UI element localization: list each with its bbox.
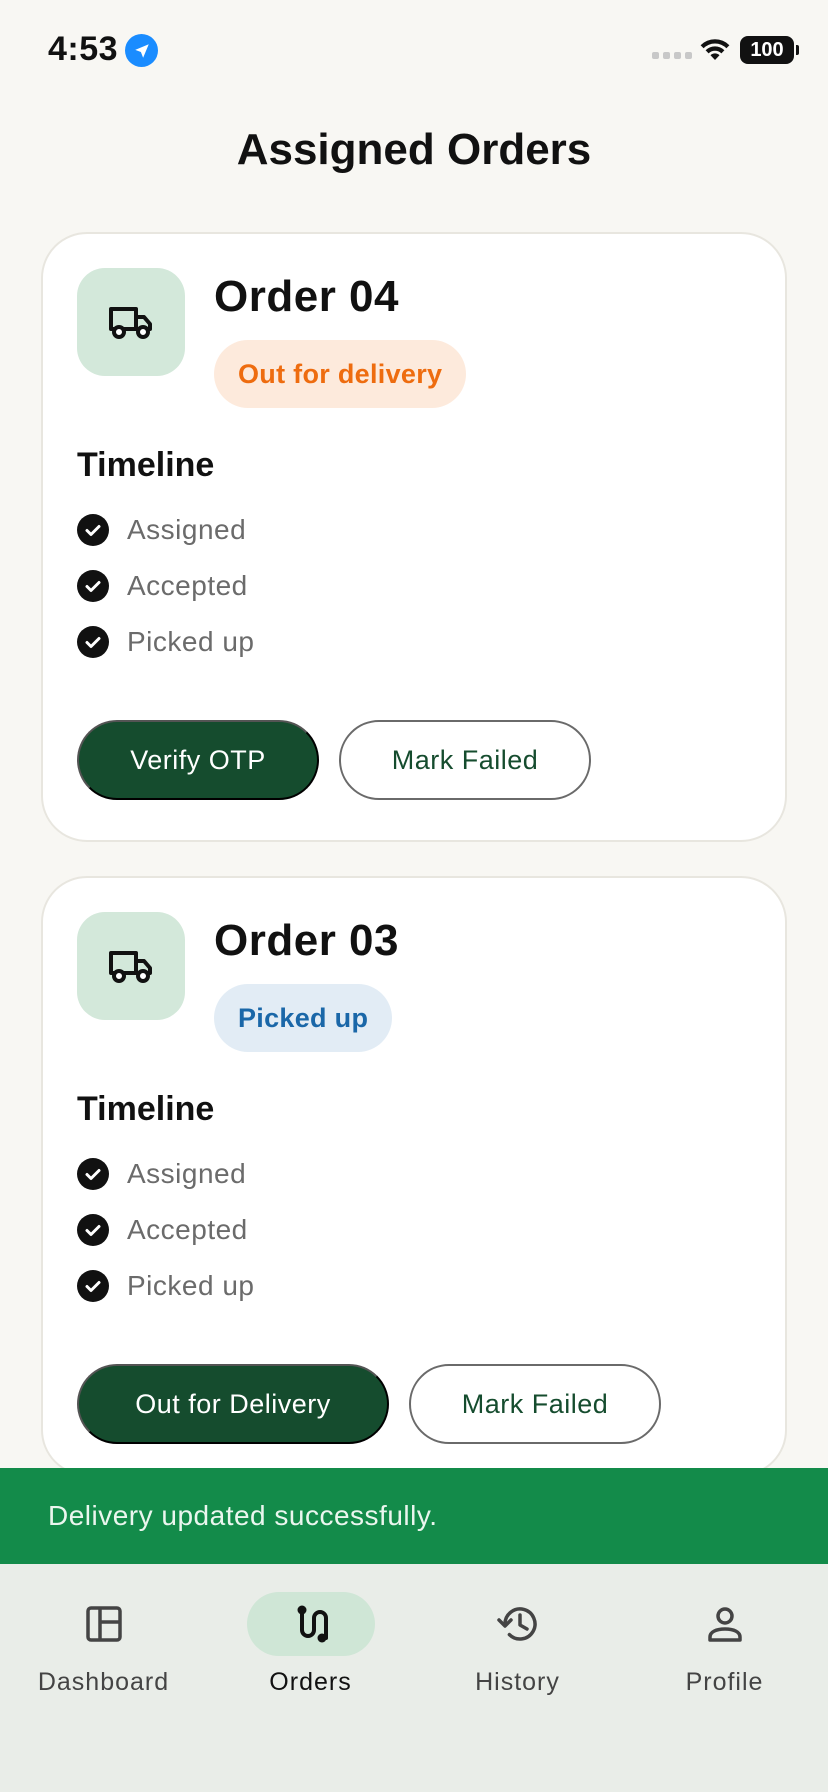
status-bar: 4:53 100	[0, 0, 828, 100]
timeline-label: Accepted	[127, 1214, 248, 1245]
signal-icon	[652, 52, 692, 59]
order-title: Order 03	[214, 916, 399, 965]
nav-item-dashboard[interactable]: Dashboard	[0, 1592, 207, 1712]
location-arrow-icon	[125, 34, 158, 67]
truck-icon	[77, 268, 185, 376]
nav-item-orders[interactable]: Orders	[207, 1592, 414, 1712]
nav-label: Profile	[685, 1668, 764, 1696]
dashboard-icon	[40, 1592, 168, 1656]
order-card: Order 04 Out for delivery Timeline Assig…	[41, 232, 787, 842]
out-for-delivery-button[interactable]: Out for Delivery	[77, 1364, 389, 1444]
nav-label: Orders	[269, 1668, 352, 1696]
check-circle-icon	[77, 1270, 109, 1302]
status-badge: Out for delivery	[214, 340, 467, 408]
check-circle-icon	[77, 570, 109, 602]
timeline-item: Accepted	[77, 1210, 248, 1250]
timeline-heading: Timeline	[77, 446, 215, 484]
timeline-label: Picked up	[127, 626, 255, 657]
check-circle-icon	[77, 626, 109, 658]
page-title: Assigned Orders	[236, 125, 592, 174]
nav-label: History	[475, 1668, 560, 1696]
history-icon	[454, 1592, 582, 1656]
success-toast: Delivery updated successfully.	[0, 1468, 828, 1564]
nav-item-history[interactable]: History	[414, 1592, 621, 1712]
check-circle-icon	[77, 514, 109, 546]
truck-icon	[77, 912, 185, 1020]
wifi-icon	[698, 36, 732, 67]
check-circle-icon	[77, 1214, 109, 1246]
nav-label: Dashboard	[37, 1668, 170, 1696]
timeline-label: Picked up	[127, 1270, 255, 1301]
status-time: 4:53	[48, 30, 119, 68]
mark-failed-button[interactable]: Mark Failed	[339, 720, 591, 800]
timeline-item: Accepted	[77, 566, 248, 606]
toast-message: Delivery updated successfully.	[48, 1500, 438, 1531]
timeline-item: Picked up	[77, 1266, 254, 1306]
timeline-item: Picked up	[77, 622, 254, 662]
timeline-item: Assigned	[77, 1154, 246, 1194]
bottom-nav: Dashboard Orders History Profile	[0, 1564, 828, 1792]
order-title: Order 04	[214, 272, 399, 321]
verify-otp-button[interactable]: Verify OTP	[77, 720, 319, 800]
battery-icon: 100	[740, 36, 799, 64]
order-card: Order 03 Picked up Timeline Assigned Acc…	[41, 876, 787, 1476]
profile-icon	[661, 1592, 789, 1656]
timeline-item: Assigned	[77, 510, 246, 550]
check-circle-icon	[77, 1158, 109, 1190]
route-icon	[246, 1592, 375, 1656]
nav-item-profile[interactable]: Profile	[621, 1592, 828, 1712]
timeline-label: Accepted	[127, 570, 248, 601]
status-badge: Picked up	[214, 984, 393, 1052]
timeline-label: Assigned	[127, 514, 247, 545]
timeline-label: Assigned	[127, 1158, 247, 1189]
timeline-heading: Timeline	[77, 1090, 215, 1128]
mark-failed-button[interactable]: Mark Failed	[409, 1364, 661, 1444]
